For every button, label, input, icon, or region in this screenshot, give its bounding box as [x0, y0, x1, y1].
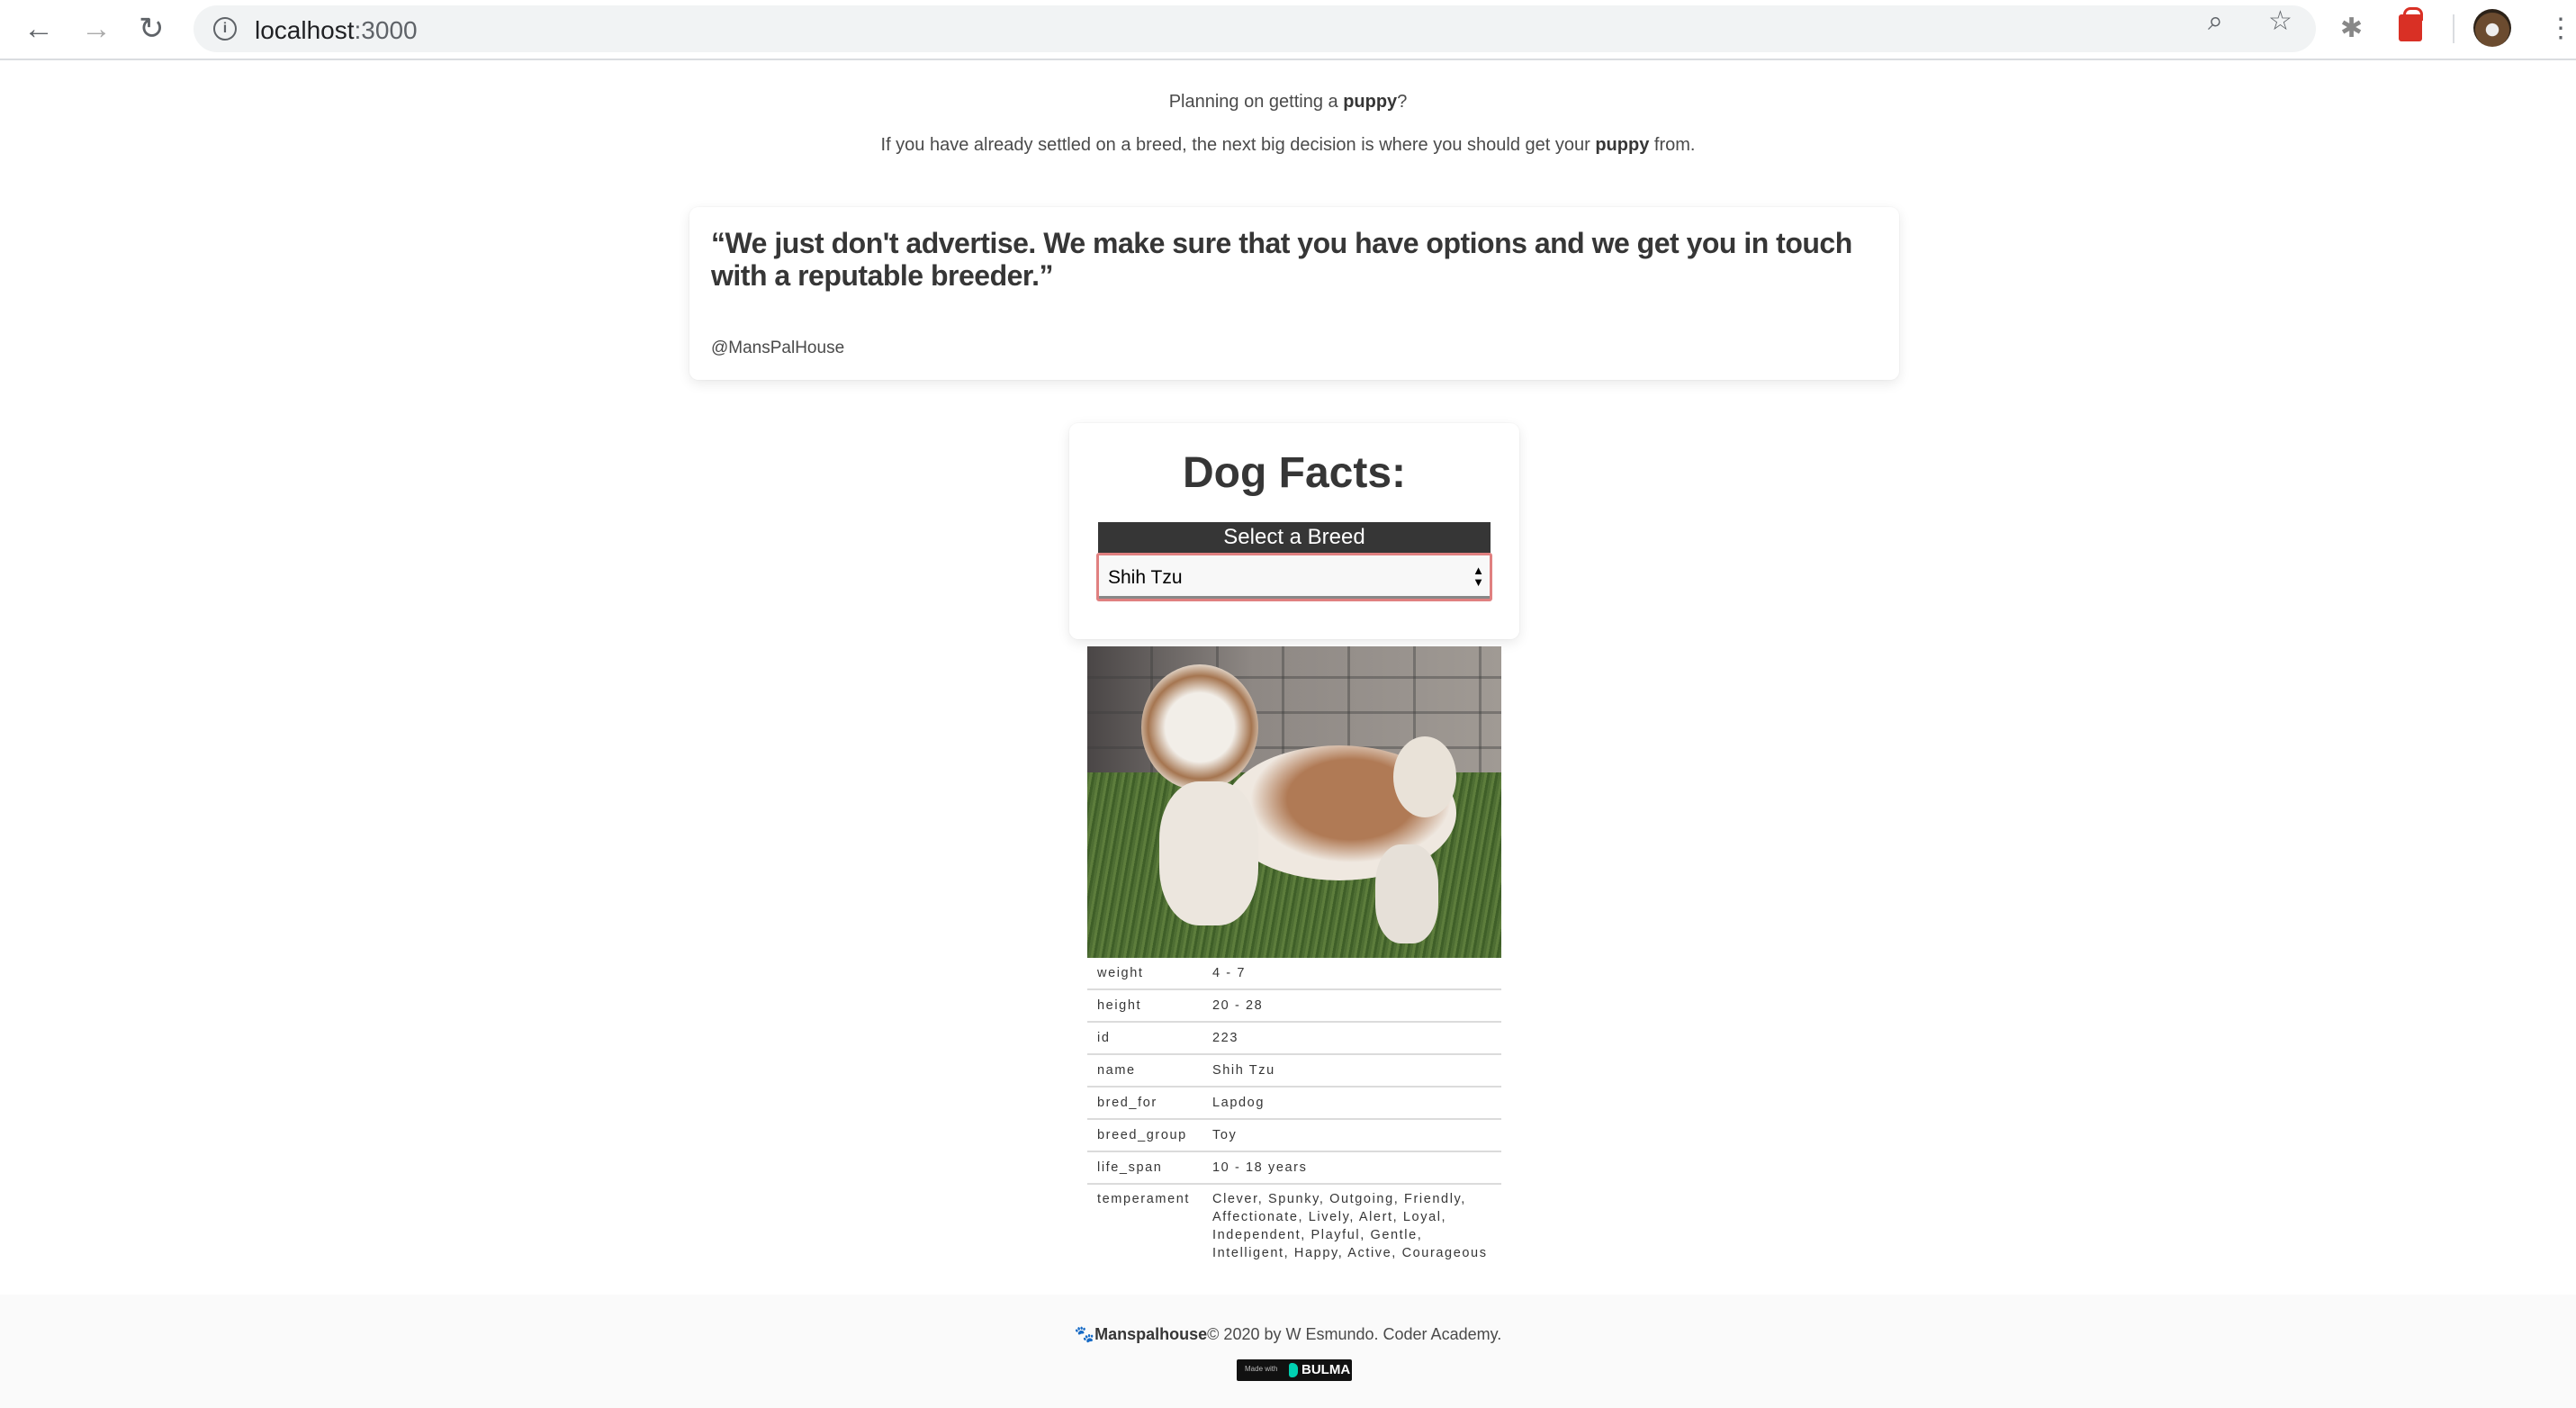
info-icon[interactable]: i [213, 17, 237, 41]
fact-value: 223 [1202, 1022, 1501, 1055]
dog-chest [1159, 781, 1258, 925]
table-row: id 223 [1087, 1022, 1501, 1055]
dog-tail [1393, 736, 1456, 817]
fact-key: temperament [1097, 1192, 1191, 1206]
toolbar-divider [2453, 14, 2454, 43]
quote-author: @MansPalHouse [711, 338, 845, 357]
reload-icon[interactable]: ↻ [139, 13, 165, 45]
table-row: name Shih Tzu [1087, 1054, 1501, 1088]
back-arrow-icon[interactable]: ← [23, 13, 54, 45]
fact-key: bred_for [1087, 1087, 1202, 1120]
fact-key: name [1087, 1054, 1202, 1088]
intro-line-2: If you have already settled on a breed, … [880, 135, 1696, 155]
forward-arrow-icon[interactable]: → [81, 13, 112, 45]
menu-dots-icon[interactable]: ⋮ [2547, 13, 2574, 44]
dog-head [1141, 664, 1258, 790]
browser-toolbar: ← → ↻ i localhost:3000 ⌕ ☆ ✱ ⋮ [0, 0, 2576, 60]
footer-text: 🐾Manspalhouse© 2020 by W Esmundo. Coder … [1074, 1325, 1502, 1343]
quote-text: “We just don't advertise. We make sure t… [711, 227, 1852, 292]
url-text[interactable]: localhost:3000 [255, 16, 418, 45]
table-row: height 20 - 28 [1087, 989, 1501, 1023]
fact-value: Lapdog [1202, 1087, 1501, 1120]
fact-key: height [1087, 989, 1202, 1023]
dog-facts-table: weight 4 - 7 height 20 - 28 id 223 name Shih Tz… [1087, 958, 1501, 1262]
table-row: life_span 10 - 18 years [1087, 1151, 1501, 1185]
table-row: temperament Clever, Spunky, Outgoing, Fri… [1087, 1184, 1501, 1262]
fact-key: life_span [1087, 1151, 1202, 1185]
table-row: breed_group Toy [1087, 1119, 1501, 1152]
fact-value: 10 - 18 years [1202, 1151, 1501, 1185]
select-arrows-icon: ▲ ▼ [1473, 564, 1484, 589]
select-breed-label: Select a Breed [1098, 522, 1491, 553]
intro-line-1: Planning on getting a puppy? [1168, 92, 1408, 112]
footer: 🐾Manspalhouse© 2020 by W Esmundo. Coder … [0, 1295, 2576, 1408]
dog-hind-leg [1375, 844, 1438, 943]
quote-card: “We just don't advertise. We make sure t… [689, 207, 1899, 380]
fact-key: id [1087, 1022, 1202, 1055]
table-row: weight 4 - 7 [1087, 958, 1501, 990]
lock-extension-icon[interactable] [2399, 7, 2423, 41]
dog-photo [1087, 646, 1501, 958]
fact-value: 4 - 7 [1202, 958, 1501, 990]
table-row: bred_for Lapdog [1087, 1087, 1501, 1120]
made-with-bulma-badge[interactable]: Made with BULMA [1237, 1359, 1352, 1381]
paw-icon: 🐾 [1074, 1325, 1095, 1343]
fact-value: Shih Tzu [1202, 1054, 1501, 1088]
fact-key: breed_group [1087, 1119, 1202, 1152]
breed-select[interactable]: Shih Tzu ▲ ▼ [1096, 553, 1492, 601]
dog-facts-card: Dog Facts: Select a Breed Shih Tzu ▲ ▼ [1069, 423, 1519, 639]
selected-breed: Shih Tzu [1108, 567, 1183, 588]
fact-value: Clever, Spunky, Outgoing, Friendly, Affe… [1212, 1192, 1488, 1260]
fact-value: Toy [1202, 1119, 1501, 1152]
profile-avatar[interactable] [2473, 9, 2511, 47]
zoom-icon[interactable]: ⌕ [2208, 5, 2223, 38]
address-bar[interactable]: i localhost:3000 ⌕ ☆ [194, 5, 2316, 52]
star-icon[interactable]: ☆ [2268, 5, 2292, 38]
bulma-logo-icon [1289, 1363, 1298, 1377]
fact-key: weight [1087, 958, 1202, 990]
dog-facts-title: Dog Facts: [1182, 449, 1406, 497]
bug-extension-icon[interactable]: ✱ [2340, 13, 2363, 45]
fact-value: 20 - 28 [1202, 989, 1501, 1023]
